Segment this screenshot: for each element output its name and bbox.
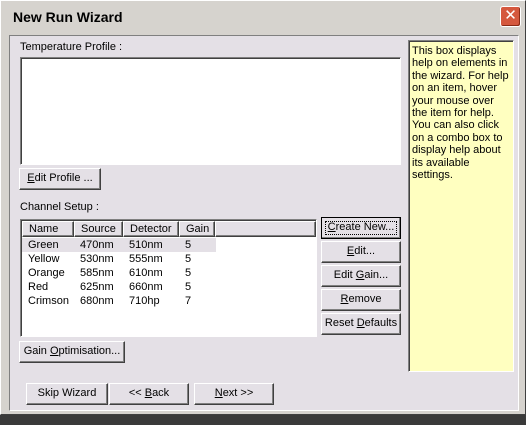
- create-new-label-key: C: [327, 221, 336, 233]
- cell-detector: 555nm: [129, 253, 163, 265]
- column-header-source[interactable]: Source: [74, 221, 123, 237]
- remove-label-post: emove: [348, 293, 382, 305]
- channel-setup-label: Channel Setup :: [20, 201, 99, 213]
- table-row[interactable]: Red 625nm 660nm 5: [22, 280, 216, 294]
- cell-detector: 510nm: [129, 239, 163, 251]
- edit-profile-button[interactable]: Edit Profile ...: [19, 168, 101, 190]
- cell-gain: 5: [185, 239, 192, 251]
- table-row[interactable]: Orange 585nm 610nm 5: [22, 266, 216, 280]
- wizard-body: Temperature Profile : Edit Profile ... C…: [9, 35, 519, 411]
- channel-list[interactable]: Name Source Detector Gain Green 470nm 51…: [20, 219, 317, 337]
- remove-button[interactable]: Remove: [321, 289, 401, 311]
- back-label-post: ack: [152, 387, 170, 399]
- cell-detector: 610nm: [129, 267, 163, 279]
- back-label-pre: <<: [128, 387, 145, 399]
- edit-gain-label-pre: Edit: [333, 269, 356, 281]
- create-new-label-post: reate New...: [335, 221, 395, 233]
- column-header-gain[interactable]: Gain: [179, 221, 215, 237]
- cell-source: 625nm: [80, 281, 114, 293]
- table-row[interactable]: Green 470nm 510nm 5: [22, 238, 216, 252]
- reset-defaults-label-key: D: [356, 317, 365, 329]
- temperature-profile-label: Temperature Profile :: [20, 41, 123, 53]
- cell-source: 470nm: [80, 239, 114, 251]
- next-button[interactable]: Next >>: [194, 383, 274, 405]
- reset-defaults-label-pre: Reset: [324, 317, 357, 329]
- back-button[interactable]: << Back: [109, 383, 189, 405]
- cell-name: Yellow: [28, 253, 60, 265]
- edit-gain-button[interactable]: Edit Gain...: [321, 265, 401, 287]
- cell-gain: 5: [185, 267, 192, 279]
- edit-gain-label-post: ain...: [364, 269, 389, 281]
- cell-name: Green: [28, 239, 59, 251]
- cell-name: Orange: [28, 267, 65, 279]
- window-title: New Run Wizard: [13, 9, 123, 25]
- cell-name: Crimson: [28, 295, 69, 307]
- cell-detector: 710hp: [129, 295, 160, 307]
- edit-profile-label-post: dit Profile ...: [34, 172, 93, 184]
- table-row[interactable]: Crimson 680nm 710hp 7: [22, 294, 216, 308]
- gain-optimisation-button[interactable]: Gain Optimisation...: [19, 341, 125, 363]
- edit-channel-label-post: dit...: [354, 245, 376, 257]
- edit-profile-label-key: E: [27, 172, 35, 184]
- title-bar[interactable]: New Run Wizard ✕: [3, 3, 523, 31]
- edit-channel-button[interactable]: Edit...: [321, 241, 401, 263]
- help-text: This box displays help on elements in th…: [412, 45, 509, 182]
- cell-gain: 5: [185, 281, 192, 293]
- cell-source: 680nm: [80, 295, 114, 307]
- temperature-profile-box[interactable]: [20, 57, 401, 165]
- cell-source: 585nm: [80, 267, 114, 279]
- skip-wizard-button[interactable]: Skip Wizard: [26, 383, 108, 405]
- next-label-key: N: [214, 387, 223, 399]
- table-row[interactable]: Yellow 530nm 555nm 5: [22, 252, 216, 266]
- column-header-filler: [215, 221, 316, 237]
- back-label-key: B: [144, 387, 153, 399]
- wizard-window: New Run Wizard ✕ Temperature Profile : E…: [0, 0, 526, 415]
- cell-detector: 660nm: [129, 281, 163, 293]
- gain-optimisation-label-pre: Gain: [23, 345, 50, 357]
- reset-defaults-label-post: efaults: [364, 317, 398, 329]
- create-new-button[interactable]: Create New...: [321, 217, 401, 239]
- reset-defaults-button[interactable]: Reset Defaults: [321, 313, 401, 335]
- column-header-name[interactable]: Name: [22, 221, 74, 237]
- gain-optimisation-label-post: ptimisation...: [58, 345, 121, 357]
- help-panel: This box displays help on elements in th…: [408, 40, 514, 372]
- gain-optimisation-label-key: O: [49, 345, 59, 357]
- cell-source: 530nm: [80, 253, 114, 265]
- cell-gain: 7: [185, 295, 192, 307]
- cell-gain: 5: [185, 253, 192, 265]
- column-header-detector[interactable]: Detector: [123, 221, 179, 237]
- channel-list-header: Name Source Detector Gain: [22, 221, 316, 237]
- cell-name: Red: [28, 281, 49, 293]
- next-label-post: ext >>: [222, 387, 254, 399]
- close-icon[interactable]: ✕: [500, 6, 521, 27]
